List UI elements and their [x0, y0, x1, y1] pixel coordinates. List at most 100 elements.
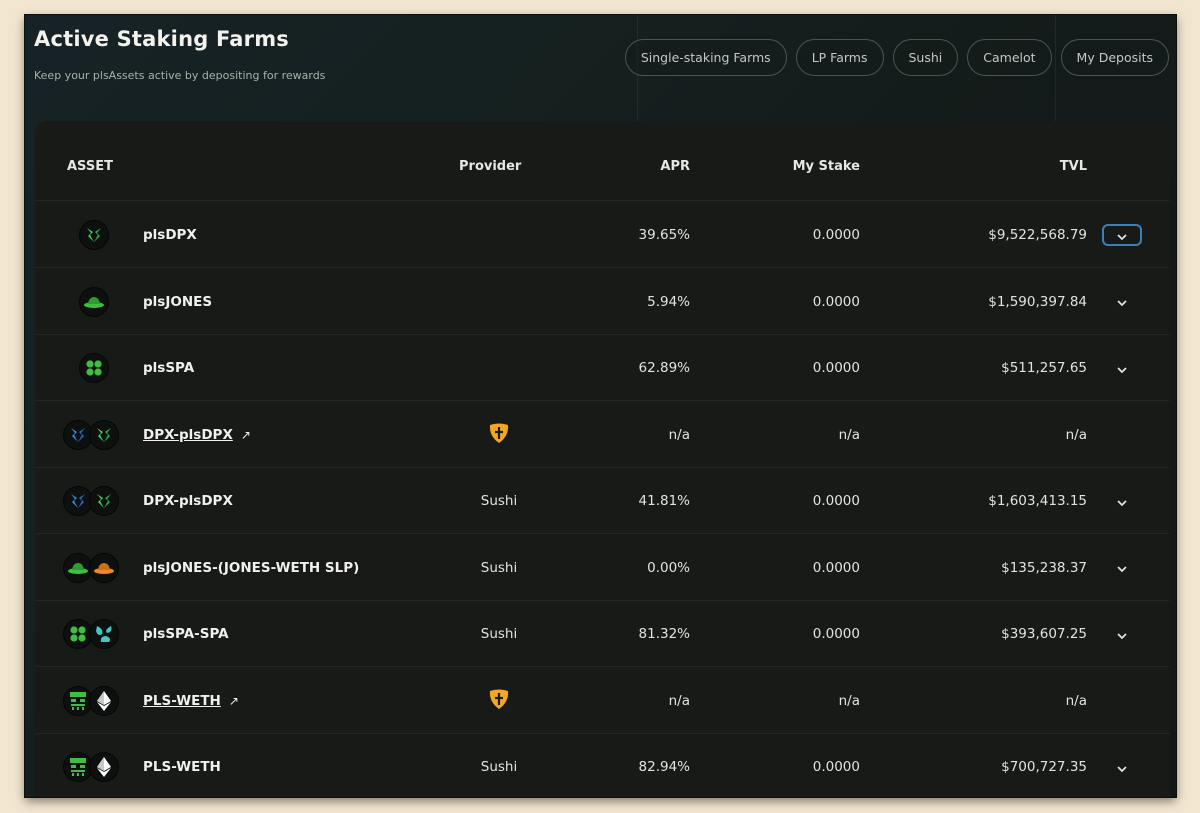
filter-single-staking[interactable]: Single-staking Farms — [624, 39, 787, 76]
asset-link[interactable]: DPX-plsDPX ↗ — [143, 402, 251, 468]
spa-teal-icon — [89, 619, 119, 649]
apr-value: 41.81% — [638, 493, 690, 509]
dpx-green-icon — [79, 220, 109, 250]
asset-name-text: plsDPX — [143, 227, 197, 243]
expand-button[interactable] — [1102, 291, 1142, 313]
tvl-value: $700,727.35 — [1001, 759, 1087, 775]
asset-name: plsSPA — [143, 335, 194, 401]
jones-orange-hat-icon — [89, 552, 119, 583]
column-tvl: TVL — [1059, 159, 1087, 174]
my-stake-value: 0.0000 — [812, 493, 860, 509]
farms-table: ASSET Provider APR My Stake TVL plsDPX 39… — [35, 121, 1170, 797]
asset-name-text: PLS-WETH — [143, 759, 221, 775]
apr-value: n/a — [668, 692, 690, 709]
provider-name: Sushi — [480, 626, 518, 642]
asset-name-text: DPX-plsDPX — [143, 493, 233, 509]
asset-name-text: PLS-WETH — [143, 692, 221, 709]
apr-value: 81.32% — [638, 626, 690, 642]
column-my-stake: My Stake — [792, 159, 860, 174]
table-row[interactable]: PLS-WETH ↗ n/a n/a n/a — [35, 668, 1170, 734]
my-stake-value: 0.0000 — [812, 227, 860, 243]
expand-button[interactable] — [1102, 357, 1142, 379]
asset-name: plsJONES-(JONES-WETH SLP) — [143, 535, 359, 601]
tvl-value: $135,238.37 — [1001, 559, 1087, 576]
column-asset: ASSET — [67, 159, 113, 174]
table-row[interactable]: plsSPA-SPA Sushi 81.32% 0.0000 $393,607.25 — [35, 601, 1170, 667]
provider-name: Sushi — [480, 759, 518, 775]
table-row[interactable]: PLS-WETH Sushi 82.94% 0.0000 $700,727.35 — [35, 734, 1170, 797]
apr-value: 0.00% — [647, 559, 690, 576]
filter-bar: Single-staking Farms LP Farms Sushi Came… — [624, 39, 1169, 76]
asset-name: DPX-plsDPX — [143, 468, 233, 534]
filter-camelot[interactable]: Camelot — [967, 39, 1052, 76]
app-window: Active Staking Farms Keep your plsAssets… — [25, 15, 1176, 797]
my-stake-value: n/a — [838, 692, 860, 709]
provider-camelot — [435, 668, 563, 734]
asset-name: plsSPA-SPA — [143, 601, 229, 667]
expand-button[interactable] — [1102, 224, 1142, 246]
eth-icon — [89, 685, 119, 716]
tvl-value: n/a — [1065, 692, 1087, 709]
my-stake-value: 0.0000 — [812, 626, 860, 642]
jones-green-hat-icon — [79, 286, 109, 317]
camelot-icon — [488, 422, 510, 448]
expand-button[interactable] — [1102, 490, 1142, 512]
expand-button[interactable] — [1102, 557, 1142, 579]
asset-name-text: plsSPA — [143, 360, 195, 376]
asset-name-text: DPX-plsDPX — [143, 426, 233, 443]
asset-name-text: plsSPA-SPA — [143, 626, 229, 642]
provider-name: Sushi — [480, 493, 518, 509]
chevron-down-icon — [1116, 758, 1128, 777]
chevron-down-icon — [1116, 292, 1128, 311]
my-stake-value: 0.0000 — [812, 759, 860, 775]
my-stake-value: 0.0000 — [812, 360, 860, 376]
table-row[interactable]: DPX-plsDPX ↗ n/a n/a n/a — [35, 402, 1170, 468]
asset-link[interactable]: PLS-WETH ↗ — [143, 668, 239, 734]
chevron-down-icon — [1116, 226, 1128, 245]
asset-icons — [63, 468, 133, 534]
table-row[interactable]: plsDPX 39.65% 0.0000 $9,522,568.79 — [35, 202, 1170, 268]
provider-name — [435, 335, 563, 401]
apr-value: 39.65% — [638, 227, 690, 243]
filter-my-deposits[interactable]: My Deposits — [1060, 39, 1169, 76]
my-stake-value: 0.0000 — [812, 293, 860, 310]
asset-name-text: plsJONES — [143, 293, 213, 310]
table-row[interactable]: plsJONES-(JONES-WETH SLP) Sushi 0.00% 0.000… — [35, 535, 1170, 601]
dpx-green-icon — [89, 486, 119, 516]
provider-name — [435, 269, 563, 335]
provider-name: Sushi — [480, 559, 518, 576]
expand-button[interactable] — [1102, 756, 1142, 778]
asset-icons — [63, 535, 133, 601]
asset-icons — [63, 202, 133, 268]
asset-icons — [63, 601, 133, 667]
provider-name — [435, 202, 563, 268]
asset-icons — [63, 734, 133, 797]
page-subtitle: Keep your plsAssets active by depositing… — [34, 69, 326, 82]
expand-button[interactable] — [1102, 623, 1142, 645]
asset-icons — [63, 402, 133, 468]
asset-name: plsDPX — [143, 202, 197, 268]
table-row[interactable]: plsJONES 5.94% 0.0000 $1,590,397.84 — [35, 269, 1170, 335]
tvl-value: $1,590,397.84 — [988, 293, 1087, 310]
asset-name-text: plsJONES-(JONES-WETH SLP) — [143, 559, 360, 576]
apr-value: n/a — [668, 426, 690, 443]
column-apr: APR — [660, 159, 690, 174]
chevron-down-icon — [1116, 359, 1128, 378]
column-provider: Provider — [459, 159, 522, 174]
asset-icons — [63, 269, 133, 335]
tvl-value: $1,603,413.15 — [988, 493, 1087, 509]
my-stake-value: n/a — [838, 426, 860, 443]
spa-green-icon — [79, 353, 109, 383]
filter-sushi[interactable]: Sushi — [892, 39, 959, 76]
tvl-value: $393,607.25 — [1001, 626, 1087, 642]
eth-icon — [89, 752, 119, 782]
asset-name: plsJONES — [143, 269, 212, 335]
table-header: ASSET Provider APR My Stake TVL — [35, 121, 1170, 201]
filter-lp-farms[interactable]: LP Farms — [795, 39, 884, 76]
page-title: Active Staking Farms — [34, 27, 289, 51]
table-row[interactable]: plsSPA 62.89% 0.0000 $511,257.65 — [35, 335, 1170, 401]
chevron-down-icon — [1116, 492, 1128, 511]
table-row[interactable]: DPX-plsDPX Sushi 41.81% 0.0000 $1,603,413.15 — [35, 468, 1170, 534]
my-stake-value: 0.0000 — [812, 559, 860, 576]
tvl-value: n/a — [1065, 426, 1087, 443]
